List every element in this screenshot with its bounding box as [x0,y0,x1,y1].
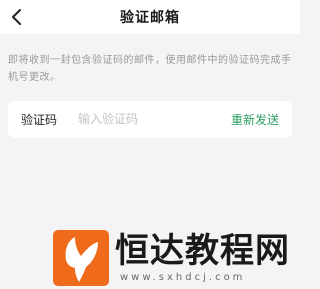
instruction-text: 即将收到一封包含验证码的邮件，使用邮件中的验证码完成手机号更改。 [8,55,292,83]
verification-code-input[interactable] [78,109,208,129]
page-title: 验证邮箱 [120,10,180,26]
watermark-brand: 恒达教程网 [115,231,290,271]
watermark-url: www.sxhdcj.com [120,272,246,283]
verification-code-label: 验证码 [21,113,58,127]
header-bar: 验证邮箱 [0,0,300,34]
whale-tail-icon [53,230,109,286]
resend-button[interactable]: 重新发送 [231,111,279,128]
verification-code-row: 验证码 重新发送 [8,101,292,138]
